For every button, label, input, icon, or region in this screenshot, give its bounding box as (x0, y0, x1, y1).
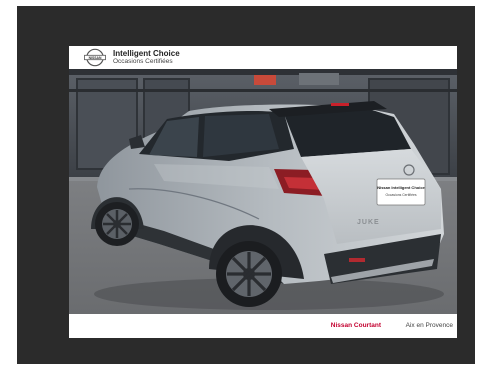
plate-line-2: Occasions Certifiées (385, 193, 416, 197)
dealer-name: Nissan Courtant (330, 322, 381, 329)
brand-title: Intelligent Choice (113, 49, 180, 58)
brand-subtitle: Occasions Certifiées (113, 58, 173, 65)
logo-text: NISSAN (89, 56, 102, 60)
image-viewer: NISSAN Intelligent Choice Occasions Cert… (17, 6, 475, 364)
nissan-logo-icon: NISSAN (84, 48, 106, 67)
dealer-plate (376, 178, 426, 206)
listing-card: NISSAN Intelligent Choice Occasions Cert… (69, 46, 457, 338)
car-photo: Nissan Intelligent Choice Occasions Cert… (69, 69, 457, 314)
dealer-city: Aix en Provence (405, 322, 453, 329)
plate-line-1: Nissan Intelligent Choice (377, 185, 425, 190)
card-header: NISSAN Intelligent Choice Occasions Cert… (69, 46, 457, 69)
card-footer: Nissan Courtant Aix en Provence (69, 314, 457, 338)
model-badge: JUKE (357, 219, 380, 226)
car-photo-drawing: Nissan Intelligent Choice Occasions Cert… (69, 69, 457, 314)
